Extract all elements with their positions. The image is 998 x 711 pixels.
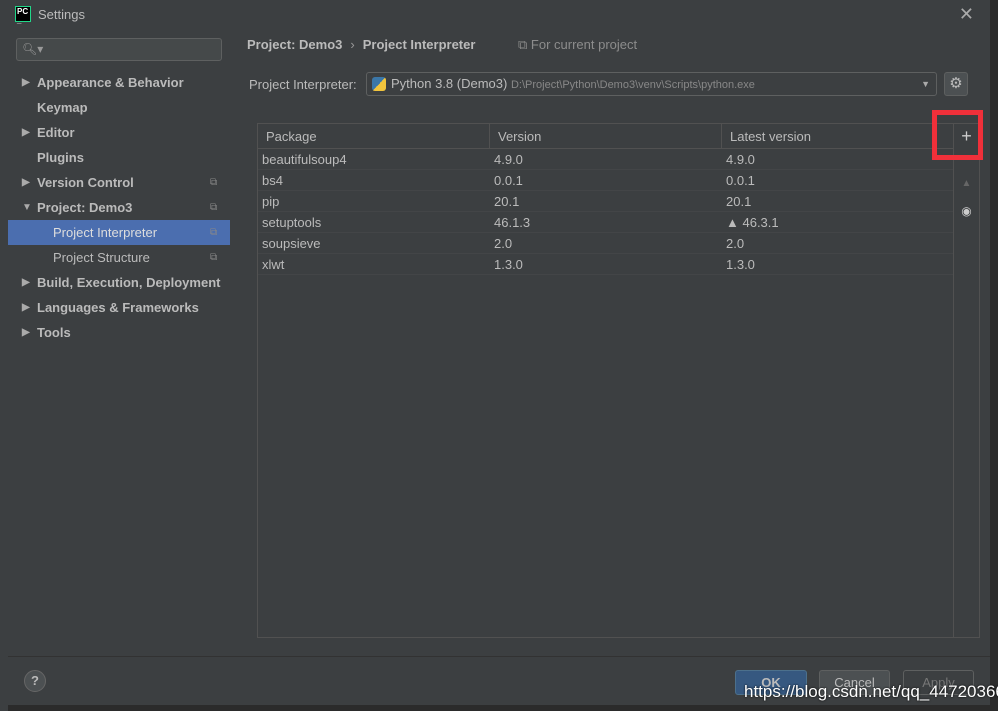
watermark: https://blog.csdn.net/qq_44720366: [744, 682, 998, 701]
sidebar-item[interactable]: Project Interpreter ⧉: [8, 220, 230, 245]
table-toolbar: + − ▲ ◉: [954, 123, 980, 638]
pycharm-logo-icon: PC _: [15, 6, 31, 25]
sidebar-item[interactable]: Plugins: [8, 145, 230, 170]
interpreter-select[interactable]: Python 3.8 (Demo3) D:\Project\Python\Dem…: [366, 72, 937, 96]
sidebar-item-label: Project Interpreter: [53, 225, 158, 240]
close-icon[interactable]: ✕: [959, 4, 974, 25]
upgrade-package-button[interactable]: ▲: [954, 178, 979, 189]
python-icon: [372, 77, 386, 91]
interpreter-path: D:\Project\Python\Demo3\venv\Scripts\pyt…: [510, 79, 755, 91]
chevron-right-icon[interactable]: ▶: [22, 270, 30, 295]
sidebar-item-label: Version Control: [37, 175, 134, 190]
interpreter-name: Python 3.8 (Demo3): [391, 76, 508, 91]
sidebar-item-label: Languages & Frameworks: [37, 300, 199, 315]
sidebar-item[interactable]: ▶ Editor: [8, 120, 230, 145]
sidebar-item[interactable]: ▶ Build, Execution, Deployment: [8, 270, 230, 295]
title-bar: PC _ Settings ✕: [8, 0, 990, 28]
chevron-right-icon[interactable]: ▶: [22, 70, 30, 95]
chevron-down-icon[interactable]: ▼: [22, 195, 32, 220]
gear-button[interactable]: ⚙: [944, 72, 968, 96]
sidebar-item[interactable]: Project Structure ⧉: [8, 245, 230, 270]
chevron-right-icon[interactable]: ▶: [22, 320, 30, 345]
package-version: 46.1.3: [494, 215, 531, 230]
sidebar-item[interactable]: ▶ Languages & Frameworks: [8, 295, 230, 320]
latest-version: 1.3.0: [726, 257, 755, 272]
copy-icon: ⧉: [210, 252, 218, 263]
table-row[interactable]: pip 20.1 20.1: [258, 191, 953, 212]
sidebar-item[interactable]: ▶ Appearance & Behavior: [8, 70, 230, 95]
background-window: [0, 0, 8, 711]
sidebar-item-label: Project Structure: [53, 250, 150, 265]
chevron-down-icon: ▼: [921, 79, 930, 89]
sidebar: 🔍︎▾ ▶ Appearance & Behavior Keymap ▶ Editor P…: [8, 28, 230, 656]
interpreter-label: Project Interpreter:: [249, 77, 357, 92]
package-name: xlwt: [262, 257, 285, 272]
sidebar-item-label: Editor: [37, 125, 75, 140]
sidebar-item[interactable]: ▼ Project: Demo3 ⧉: [8, 195, 230, 220]
window-title: Settings: [38, 7, 85, 22]
table-row[interactable]: bs4 0.0.1 0.0.1: [258, 170, 953, 191]
breadcrumb: Project: Demo3 › Project Interpreter: [247, 37, 475, 52]
breadcrumb-parent[interactable]: Project: Demo3: [247, 37, 342, 52]
scope-label: ⧉ For current project: [518, 37, 637, 53]
sidebar-item-label: Build, Execution, Deployment: [37, 275, 221, 290]
package-name: pip: [262, 194, 280, 209]
latest-version: 4.9.0: [726, 152, 755, 167]
gear-icon: ⚙: [949, 75, 963, 92]
breadcrumb-current: Project Interpreter: [362, 37, 476, 52]
package-name: setuptools: [262, 215, 322, 230]
sidebar-item[interactable]: ▶ Tools: [8, 320, 230, 345]
sidebar-item-label: Tools: [37, 325, 71, 340]
main-panel: Project: Demo3 › Project Interpreter ⧉ For…: [230, 28, 990, 656]
search-icon: 🔍︎▾: [22, 42, 44, 56]
chevron-right-icon[interactable]: ▶: [22, 295, 30, 320]
scope-text: For current project: [530, 37, 638, 52]
eye-icon[interactable]: ◉: [954, 204, 979, 218]
sidebar-item[interactable]: ▶ Version Control ⧉: [8, 170, 230, 195]
package-version: 20.1: [494, 194, 520, 209]
sidebar-item-label: Keymap: [37, 100, 88, 115]
search-input[interactable]: 🔍︎▾: [16, 38, 222, 61]
column-header-latest[interactable]: Latest version: [722, 124, 955, 149]
table-row[interactable]: soupsieve 2.0 2.0: [258, 233, 953, 254]
copy-icon: ⧉: [210, 202, 218, 213]
table-row[interactable]: beautifulsoup4 4.9.0 4.9.0: [258, 149, 953, 170]
sidebar-item-label: Appearance & Behavior: [37, 75, 184, 90]
latest-version: 2.0: [726, 236, 745, 251]
package-name: bs4: [262, 173, 283, 188]
package-name: beautifulsoup4: [262, 152, 347, 167]
settings-dialog: PC _ Settings ✕ 🔍︎▾ ▶ Appearance & Behavio…: [8, 0, 990, 705]
breadcrumb-separator: ›: [350, 37, 355, 52]
chevron-right-icon[interactable]: ▶: [22, 120, 30, 145]
latest-version: ▲ 46.3.1: [726, 215, 779, 230]
sidebar-item[interactable]: Keymap: [8, 95, 230, 120]
copy-icon: ⧉: [210, 227, 218, 238]
table-row[interactable]: setuptools 46.1.3 ▲ 46.3.1: [258, 212, 953, 233]
copy-icon: ⧉: [210, 177, 218, 188]
latest-version: 0.0.1: [726, 173, 755, 188]
highlight-box: [932, 110, 983, 160]
package-name: soupsieve: [262, 236, 321, 251]
package-version: 2.0: [494, 236, 513, 251]
package-version: 0.0.1: [494, 173, 523, 188]
packages-table: Package Version Latest version beautiful…: [257, 123, 954, 638]
column-header-package[interactable]: Package: [258, 124, 490, 149]
table-header: Package Version Latest version: [258, 124, 953, 149]
column-header-version[interactable]: Version: [490, 124, 722, 149]
sidebar-item-label: Plugins: [37, 150, 84, 165]
package-version: 1.3.0: [494, 257, 523, 272]
latest-version: 20.1: [726, 194, 752, 209]
copy-icon: ⧉: [518, 37, 531, 52]
table-row[interactable]: xlwt 1.3.0 1.3.0: [258, 254, 953, 275]
chevron-right-icon[interactable]: ▶: [22, 170, 30, 195]
sidebar-item-label: Project: Demo3: [37, 200, 133, 215]
help-button[interactable]: ?: [24, 670, 46, 692]
package-version: 4.9.0: [494, 152, 523, 167]
